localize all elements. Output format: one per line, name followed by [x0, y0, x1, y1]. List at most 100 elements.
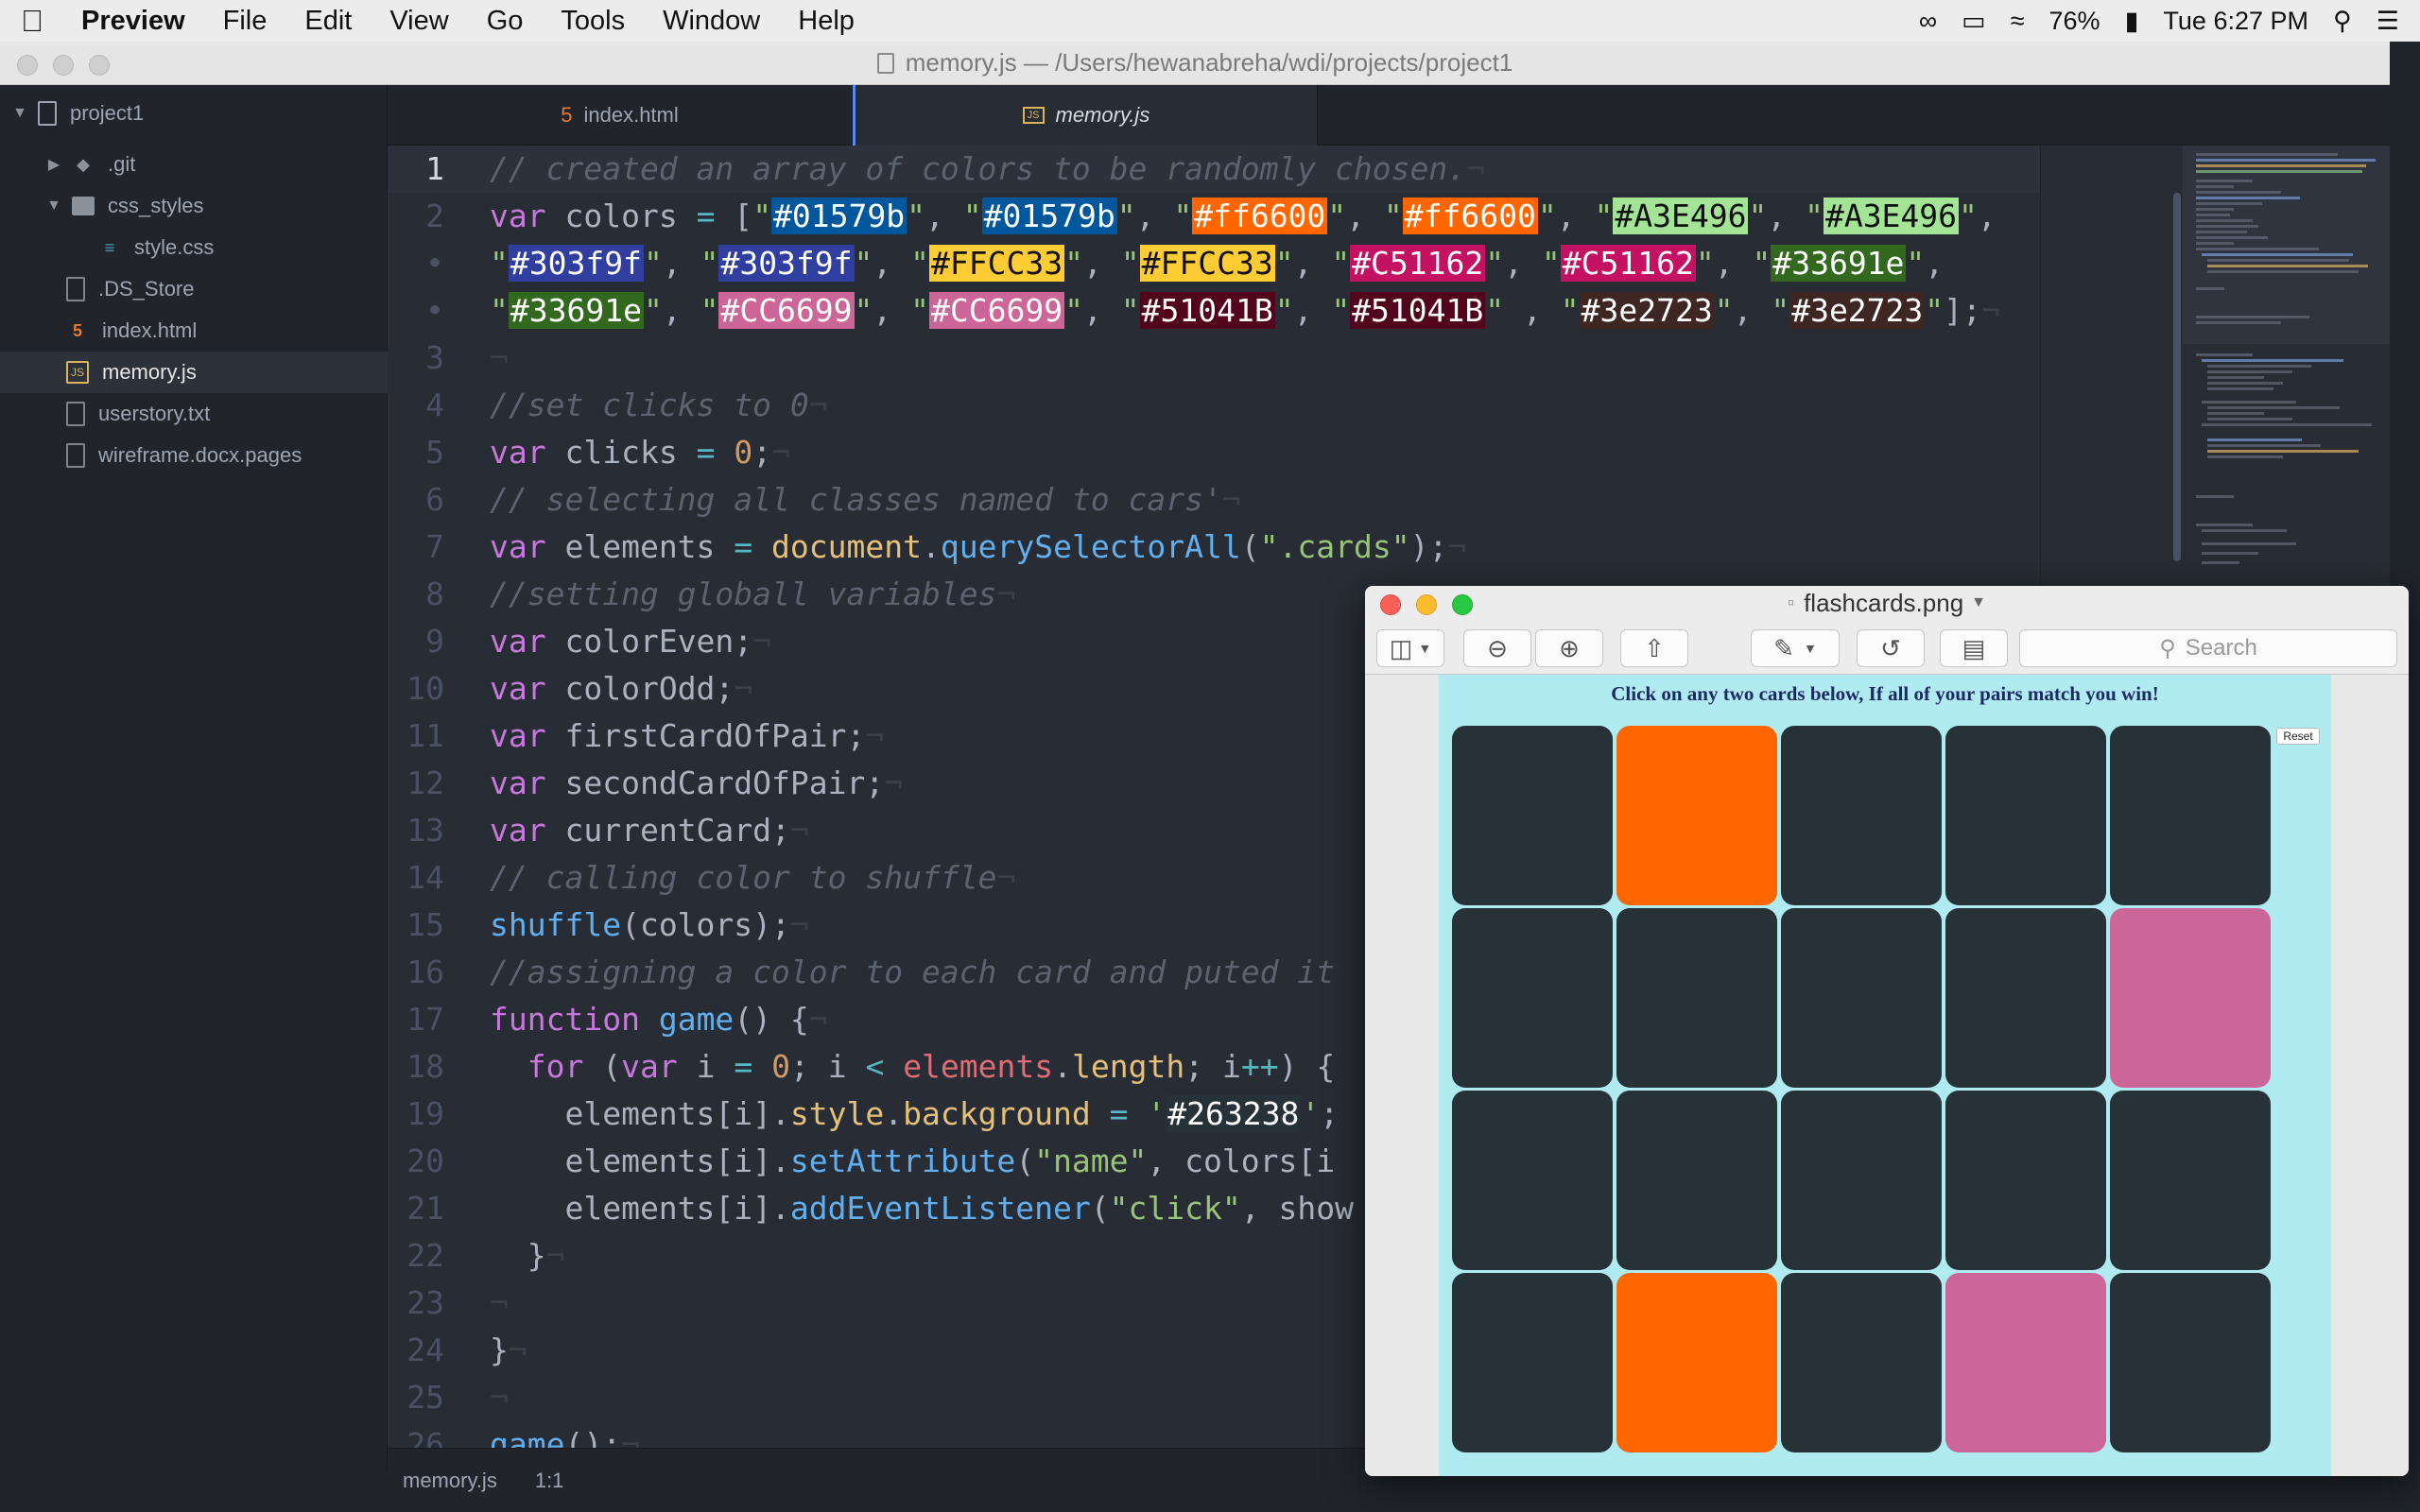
menu-view[interactable]: View [389, 6, 448, 37]
line-number: 13 [406, 812, 444, 849]
markup-button[interactable]: ✎ ▼ [1751, 629, 1840, 667]
tree-item-wireframe[interactable]: wireframe.docx.pages [0, 435, 388, 476]
menu-app-name[interactable]: Preview [81, 6, 185, 37]
apple-icon[interactable]:  [21, 4, 43, 39]
zoom-in-button[interactable]: ⊕ [1535, 629, 1603, 667]
tab-label: memory.js [1055, 103, 1150, 127]
close-button[interactable] [1380, 594, 1401, 615]
code-line-8: //setting globall variables¬ [490, 576, 1016, 612]
tab-memory-js[interactable]: JS memory.js [853, 85, 1318, 146]
line-number: 26 [406, 1426, 444, 1448]
menu-go[interactable]: Go [487, 6, 524, 37]
line-number: 22 [406, 1237, 444, 1274]
code-identifier: secondCardOfPair [564, 765, 866, 801]
memory-card [1616, 726, 1777, 905]
tree-item-index-html[interactable]: 5 index.html [0, 310, 388, 352]
code-line-2-wrap-2: "#33691e", "#CC6699", "#CC6699", "#51041… [490, 292, 2000, 329]
tree-label: css_styles [108, 194, 204, 217]
preview-title-bar: ▫ flashcards.png ▼ [1365, 586, 2409, 620]
memory-card [1781, 1273, 1942, 1452]
airplay-icon[interactable]: ▭ [1962, 7, 1986, 36]
tree-item-ds-store[interactable]: .DS_Store [0, 268, 388, 310]
preview-title[interactable]: flashcards.png [1804, 589, 1963, 618]
html5-file-icon: 5 [561, 103, 573, 127]
line-number: 6 [425, 481, 444, 518]
code-line-25: ¬ [490, 1379, 509, 1416]
memory-card [1945, 1273, 2106, 1452]
tree-item-userstory-txt[interactable]: userstory.txt [0, 393, 388, 435]
tree-root-project1[interactable]: ▼ project1 [0, 93, 388, 134]
link-status-icon[interactable]: ∞ [1919, 7, 1937, 36]
preview-toolbar: ◫ ▼ ⊖ ⊕ ⇧ ✎ ▼ ↺ ▤ ⚲ Search [1365, 620, 2409, 675]
line-number: 18 [406, 1048, 444, 1085]
minimap-viewport[interactable] [2183, 146, 2390, 344]
status-menus: ∞ ▭ ≈ 76% ▮ Tue 6:27 PM ⚲ ☰ [1919, 7, 2399, 36]
minimize-button[interactable] [1416, 594, 1437, 615]
image-file-icon: ▫ [1787, 592, 1795, 613]
menu-edit[interactable]: Edit [304, 6, 352, 37]
wifi-icon[interactable]: ≈ [2011, 7, 2025, 36]
spotlight-search-icon[interactable]: ⚲ [2333, 7, 2352, 36]
tree-item-memory-js[interactable]: JS memory.js [0, 352, 388, 393]
js-file-icon: JS [66, 361, 89, 384]
window-title: memory.js — /Users/hewanabreha/wdi/proje… [905, 48, 1513, 77]
line-number: 3 [425, 339, 444, 376]
color-chip: #A3E496 [1823, 198, 1960, 234]
search-field[interactable]: ⚲ Search [2019, 629, 2397, 667]
toolbox-button[interactable]: ▤ [1940, 629, 2008, 667]
line-number: 12 [406, 765, 444, 801]
menu-window[interactable]: Window [663, 6, 760, 37]
code-comment: // calling color to shuffle [490, 859, 997, 896]
sidebar-toggle-button[interactable]: ◫ ▼ [1376, 629, 1444, 667]
document-file-icon [66, 443, 85, 468]
chevron-down-icon[interactable]: ▼ [1971, 594, 1986, 611]
code-line-20: elements[i].setAttribute("name", colors[… [490, 1143, 1336, 1179]
color-chip: #CC6699 [929, 292, 1065, 329]
line-number: 16 [406, 954, 444, 990]
status-cursor-position[interactable]: 1:1 [535, 1469, 564, 1493]
menu-file[interactable]: File [223, 6, 268, 37]
tree-label: .DS_Store [98, 277, 195, 301]
toolbox-icon: ▤ [1962, 633, 1986, 662]
memory-card [1945, 1091, 2106, 1270]
menu-help[interactable]: Help [798, 6, 855, 37]
tree-item-style-css[interactable]: ≡ style.css [0, 227, 388, 268]
chevron-down-icon: ▼ [1803, 641, 1817, 656]
notification-center-icon[interactable]: ☰ [2377, 7, 2399, 36]
tab-index-html[interactable]: 5 index.html [388, 85, 853, 146]
vertical-scrollbar[interactable] [2173, 193, 2181, 561]
memory-card [1781, 1091, 1942, 1270]
line-number: 20 [406, 1143, 444, 1179]
rotate-icon: ↺ [1880, 633, 1901, 662]
image-canvas[interactable]: Click on any two cards below, If all of … [1365, 675, 2409, 1476]
menu-tools[interactable]: Tools [561, 6, 625, 37]
zoom-button[interactable] [1452, 594, 1473, 615]
clock[interactable]: Tue 6:27 PM [2163, 7, 2308, 36]
color-chip: #ff6600 [1402, 198, 1538, 234]
memory-card [1452, 1091, 1613, 1270]
zoom-out-button[interactable]: ⊖ [1463, 629, 1531, 667]
battery-percent[interactable]: 76% [2049, 7, 2100, 36]
color-chip: #A3E496 [1613, 198, 1749, 234]
color-chip: #3e2723 [1579, 292, 1715, 329]
tree-item-git[interactable]: ▶ ◆ .git [0, 144, 388, 185]
close-button[interactable] [17, 55, 38, 76]
rotate-button[interactable]: ↺ [1857, 629, 1925, 667]
line-number: 17 [406, 1001, 444, 1038]
line-number: 14 [406, 859, 444, 896]
code-line-2-wrap-1: "#303f9f", "#303f9f", "#FFCC33", "#FFCC3… [490, 245, 1945, 282]
zoom-out-icon: ⊖ [1487, 633, 1508, 662]
code-line-13: var currentCard;¬ [490, 812, 809, 849]
zoom-button[interactable] [89, 55, 110, 76]
status-file-name[interactable]: memory.js [403, 1469, 497, 1493]
battery-icon[interactable]: ▮ [2125, 7, 2139, 36]
minimize-button[interactable] [53, 55, 74, 76]
tree-item-css-styles[interactable]: ▼ css_styles [0, 185, 388, 227]
code-line-15: shuffle(colors);¬ [490, 906, 809, 943]
share-button[interactable]: ⇧ [1620, 629, 1688, 667]
tab-label: index.html [583, 103, 679, 127]
line-number: • [425, 292, 444, 329]
memory-card [2110, 908, 2271, 1088]
memory-card [1616, 1091, 1777, 1270]
tree-view: ▼ project1 ▶ ◆ .git ▼ css_styles ≡ style… [0, 85, 388, 1470]
